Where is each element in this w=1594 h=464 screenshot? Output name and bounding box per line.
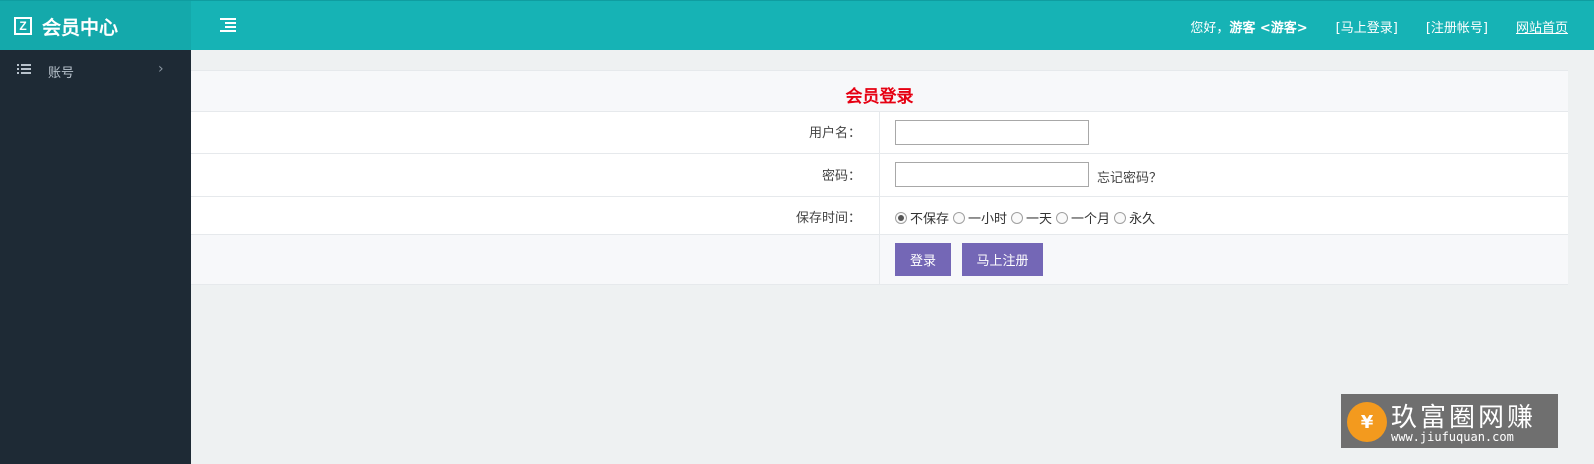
radio-one-day[interactable] xyxy=(1011,211,1024,224)
radio-label: 一小时 xyxy=(968,212,1008,227)
radio-forever[interactable] xyxy=(1114,211,1127,224)
top-navbar: Z 会员中心 您好，游客 <游客> [马上登录] [注册帐号] 网站首页 xyxy=(0,0,1594,51)
money-bag-icon: ¥ xyxy=(1347,402,1387,442)
username-input-cell xyxy=(880,112,1568,153)
username-input[interactable] xyxy=(895,120,1089,145)
login-form: 会员登录 用户名： 密码： 忘记密码？ 保存时间： 不保存 一小时 一天 一个月 xyxy=(191,70,1568,285)
button-row-right-cell: 登录 马上注册 xyxy=(880,235,1568,284)
greeting-prefix: 您好， xyxy=(1190,20,1230,36)
watermark-text: 玖富圈网赚 xyxy=(1391,403,1537,433)
radio-label: 一个月 xyxy=(1071,212,1111,227)
button-row: 登录 马上注册 xyxy=(191,235,1568,285)
greeting: 您好，游客 <游客> xyxy=(1190,17,1307,36)
list-icon xyxy=(17,64,31,75)
password-row: 密码： 忘记密码？ xyxy=(191,154,1568,197)
radio-one-hour[interactable] xyxy=(953,211,966,224)
button-row-left-cell xyxy=(191,235,880,284)
sidebar: 账号 › xyxy=(0,50,191,464)
save-time-options-cell: 不保存 一小时 一天 一个月 永久 xyxy=(880,197,1568,234)
login-button[interactable]: 登录 xyxy=(895,243,951,276)
watermark-url: www.jiufuquan.com xyxy=(1391,430,1514,444)
save-time-row: 保存时间： 不保存 一小时 一天 一个月 永久 xyxy=(191,197,1568,235)
radio-no-save[interactable] xyxy=(895,211,907,224)
username-row: 用户名： xyxy=(191,112,1568,154)
top-links: 您好，游客 <游客> [马上登录] [注册帐号] 网站首页 xyxy=(1162,1,1568,51)
password-input[interactable] xyxy=(895,162,1089,187)
home-link[interactable]: 网站首页 xyxy=(1516,17,1568,36)
greeting-user: 游客 <游客> xyxy=(1229,20,1308,36)
form-title-row: 会员登录 xyxy=(191,70,1568,112)
logo-icon: Z xyxy=(14,17,32,35)
login-link[interactable]: [马上登录] xyxy=(1336,17,1398,36)
menu-toggle-icon[interactable] xyxy=(220,18,236,32)
register-button[interactable]: 马上注册 xyxy=(962,243,1043,276)
save-time-radio-group: 不保存 一小时 一天 一个月 永久 xyxy=(895,208,1159,227)
watermark: ¥ 玖富圈网赚 www.jiufuquan.com xyxy=(1341,394,1558,448)
forgot-password-link[interactable]: 忘记密码？ xyxy=(1097,167,1162,186)
app-title: 会员中心 xyxy=(42,16,119,39)
chevron-right-icon: › xyxy=(158,61,164,77)
logo-letter: Z xyxy=(19,19,27,33)
save-time-label-cell: 保存时间： xyxy=(191,197,880,234)
sidebar-item-account[interactable]: 账号 › xyxy=(0,50,191,90)
save-time-label: 保存时间： xyxy=(795,211,861,226)
radio-label: 不保存 xyxy=(910,212,950,227)
form-title: 会员登录 xyxy=(845,87,914,107)
sidebar-item-label: 账号 xyxy=(48,66,75,81)
radio-one-month[interactable] xyxy=(1056,211,1069,224)
radio-label: 一天 xyxy=(1026,212,1053,227)
register-link[interactable]: [注册帐号] xyxy=(1426,17,1488,36)
password-input-cell: 忘记密码？ xyxy=(880,154,1568,196)
username-label: 用户名： xyxy=(808,126,861,141)
password-label-cell: 密码： xyxy=(191,154,880,196)
username-label-cell: 用户名： xyxy=(191,112,880,153)
radio-label: 永久 xyxy=(1129,212,1156,227)
password-label: 密码： xyxy=(821,169,861,184)
logo-area[interactable]: Z 会员中心 xyxy=(0,1,191,51)
